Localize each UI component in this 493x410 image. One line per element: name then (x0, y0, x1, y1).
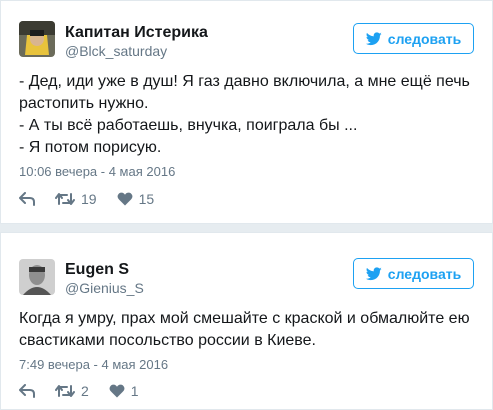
avatar[interactable] (19, 21, 55, 57)
tweet-timestamp[interactable]: 7:49 вечера - 4 мая 2016 (19, 357, 168, 372)
tweet-text-line: Когда я умру, прах мой смешайте с краско… (19, 310, 470, 327)
retweet-button[interactable]: 19 (55, 191, 97, 207)
tweet-text-line: - Я потом порисую. (19, 139, 162, 156)
tweet-text: - Дед, иди уже в душ! Я газ давно включи… (19, 71, 474, 159)
tweet-actions: 2 1 (19, 383, 159, 399)
follow-label: следовать (387, 265, 462, 282)
like-count: 15 (138, 191, 155, 207)
tweet-text-line: растопить нужно. (19, 95, 149, 112)
retweet-count: 19 (81, 191, 97, 207)
twitter-bird-icon (365, 31, 382, 45)
reply-icon (19, 384, 35, 398)
like-count: 1 (130, 383, 139, 399)
tweet-text-line: свастиками посольство россии в Киеве. (19, 332, 316, 349)
tweet-card: Eugen S @Gienius_S следовать Когда я умр… (0, 232, 493, 410)
like-button[interactable]: 1 (109, 383, 139, 399)
tweet-text: Когда я умру, прах мой смешайте с краско… (19, 308, 474, 352)
reply-icon (19, 192, 35, 206)
retweet-count: 2 (81, 383, 89, 399)
user-name[interactable]: Капитан Истерика (65, 24, 208, 42)
reply-button[interactable] (19, 384, 35, 398)
heart-icon (109, 384, 125, 398)
like-button[interactable]: 15 (117, 191, 155, 207)
retweet-icon (55, 385, 75, 397)
user-name[interactable]: Eugen S (65, 261, 129, 279)
follow-button[interactable]: следовать (353, 258, 474, 289)
follow-button[interactable]: следовать (353, 23, 474, 54)
heart-icon (117, 192, 133, 206)
avatar[interactable] (19, 259, 55, 295)
tweet-actions: 19 15 (19, 191, 174, 207)
reply-button[interactable] (19, 192, 35, 206)
retweet-button[interactable]: 2 (55, 383, 89, 399)
retweet-icon (55, 193, 75, 205)
user-handle[interactable]: @Gienius_S (65, 280, 144, 296)
tweet-text-line: - Дед, иди уже в душ! Я газ давно включи… (19, 73, 470, 90)
follow-label: следовать (387, 30, 462, 47)
tweet-timestamp[interactable]: 10:06 вечера - 4 мая 2016 (19, 164, 175, 179)
twitter-bird-icon (365, 266, 382, 280)
tweet-text-line: - А ты всё работаешь, внучка, поиграла б… (19, 117, 358, 134)
tweet-card: Капитан Истерика @Blck_saturday следоват… (0, 0, 493, 224)
user-handle[interactable]: @Blck_saturday (65, 43, 167, 59)
